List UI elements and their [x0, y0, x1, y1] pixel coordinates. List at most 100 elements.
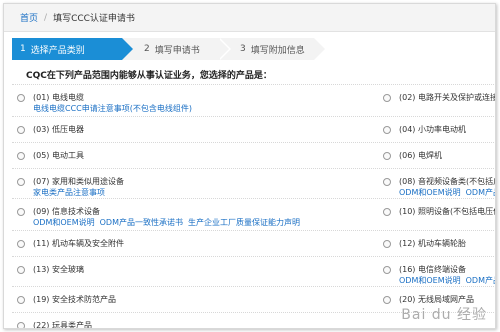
product-option[interactable]: (10) 照明设备(不包括电压低 [378, 199, 496, 217]
product-name: (22) 玩具类产品 [33, 321, 92, 329]
product-option[interactable]: (07) 家用和类似用途设备 家电类产品注意事项 [12, 169, 377, 198]
product-option[interactable]: (20) 无线局域网产品 [378, 287, 495, 305]
product-option[interactable]: (02) 电路开关及保护或连接用 [378, 85, 496, 103]
product-option-text: (09) 信息技术设备 ODM和OEM说明 ODM产品一致性承诺书 生产企业工厂质量保… [33, 199, 305, 228]
breadcrumb-home-link[interactable]: 首页 [20, 11, 38, 24]
product-radio-button[interactable] [17, 266, 25, 274]
product-radio-button[interactable] [17, 296, 25, 304]
product-option-text: (08) 音视频设备类(不包括广播 ODM和OEM说明 ODM产品一 [399, 169, 495, 198]
selection-question: CQC在下列产品范围内能够从事认证业务，您选择的产品是： [26, 71, 272, 81]
product-name: (10) 照明设备(不包括电压低 [399, 207, 496, 216]
step-number: 2 [144, 44, 150, 54]
product-info-link[interactable]: ODM产品一 [466, 276, 495, 285]
product-radio-button[interactable] [17, 178, 25, 186]
product-radio-button[interactable] [383, 126, 391, 134]
product-radio-button[interactable] [17, 94, 25, 102]
product-name: (07) 家用和类似用途设备 [33, 177, 124, 186]
product-links: 电线电缆CCC申请注意事项(不包含电线组件) [33, 103, 197, 114]
product-name: (13) 安全玻璃 [33, 265, 84, 274]
product-radio-button[interactable] [17, 152, 25, 160]
product-option-text: (19) 安全技术防范产品 [33, 287, 116, 305]
step-additional-info[interactable]: 3 填写附加信息 [218, 38, 327, 60]
product-radio-button[interactable] [383, 178, 391, 186]
product-info-link[interactable]: ODM和OEM说明 [33, 218, 95, 227]
step-label: 填写附加信息 [250, 45, 305, 56]
product-info-link[interactable]: 家电类产品注意事项 [33, 188, 105, 197]
product-option[interactable]: (04) 小功率电动机 [378, 117, 495, 135]
product-name: (04) 小功率电动机 [399, 125, 466, 134]
step-fill-application[interactable]: 2 填写申请书 [122, 38, 231, 60]
product-info-link[interactable]: ODM和OEM说明 [399, 276, 461, 285]
page-frame: 首页 / 填写CCC认证申请书 1 选择产品类别 2 填写申请书 3 填写附加信… [3, 3, 496, 329]
product-name: (02) 电路开关及保护或连接用 [399, 93, 496, 102]
product-radio-button[interactable] [383, 94, 391, 102]
product-radio-button[interactable] [17, 322, 25, 328]
step-label: 选择产品类别 [30, 45, 85, 56]
product-info-link[interactable]: ODM和OEM说明 [399, 188, 461, 197]
product-row: (11) 机动车辆及安全附件 (12) 机动车辆轮胎 [12, 230, 495, 256]
product-links: ODM和OEM说明 ODM产品一 [399, 187, 495, 198]
product-name: (12) 机动车辆轮胎 [399, 239, 466, 248]
product-option[interactable]: (16) 电信终端设备 ODM和OEM说明 ODM产品一 [378, 257, 495, 286]
product-info-link[interactable]: ODM产品一 [466, 188, 495, 197]
product-option-text: (07) 家用和类似用途设备 家电类产品注意事项 [33, 169, 124, 198]
product-option-text: (11) 机动车辆及安全附件 [33, 231, 124, 249]
product-option[interactable]: (22) 玩具类产品 [12, 313, 377, 329]
product-radio-button[interactable] [17, 240, 25, 248]
product-row: (01) 电线电缆电线电缆CCC申请注意事项(不包含电线组件) (02) 电路开关… [12, 84, 496, 116]
product-option[interactable]: (01) 电线电缆电线电缆CCC申请注意事项(不包含电线组件) [12, 85, 377, 114]
product-option-text: (10) 照明设备(不包括电压低 [399, 199, 496, 217]
step-label: 填写申请书 [154, 45, 200, 56]
product-links: 家电类产品注意事项 [33, 187, 124, 198]
product-radio-button[interactable] [17, 126, 25, 134]
product-option-text: (20) 无线局域网产品 [399, 287, 474, 305]
product-option-text: (02) 电路开关及保护或连接用 [399, 85, 496, 103]
product-name: (11) 机动车辆及安全附件 [33, 239, 124, 248]
product-links: ODM和OEM说明 ODM产品一致性承诺书 生产企业工厂质量保证能力声明 [33, 217, 305, 228]
step-select-category[interactable]: 1 选择产品类别 [12, 38, 133, 60]
product-option-text: (06) 电焊机 [399, 143, 442, 161]
product-option-text: (13) 安全玻璃 [33, 257, 84, 275]
product-option-text: (22) 玩具类产品 [33, 313, 92, 329]
breadcrumb-separator: / [44, 12, 48, 23]
step-number: 3 [240, 44, 246, 54]
product-row: (09) 信息技术设备 ODM和OEM说明 ODM产品一致性承诺书 生产企业工厂质量保… [12, 198, 496, 230]
product-option[interactable]: (11) 机动车辆及安全附件 [12, 231, 377, 249]
product-row: (13) 安全玻璃 (16) 电信终端设备 ODM和OEM说明 ODM产品一 [12, 256, 495, 286]
product-radio-button[interactable] [383, 296, 391, 304]
product-radio-button[interactable] [383, 152, 391, 160]
product-category-list: (01) 电线电缆电线电缆CCC申请注意事项(不包含电线组件) (02) 电路开关… [12, 84, 496, 329]
watermark-logo: Bai du 经验 [401, 307, 487, 323]
product-option[interactable]: (13) 安全玻璃 [12, 257, 377, 275]
product-row: (07) 家用和类似用途设备家电类产品注意事项 (08) 音视频设备类(不包括广播… [12, 168, 495, 198]
breadcrumb-current: 填写CCC认证申请书 [53, 14, 135, 24]
product-option[interactable]: (08) 音视频设备类(不包括广播 ODM和OEM说明 ODM产品一 [378, 169, 495, 198]
product-option[interactable]: (06) 电焊机 [378, 143, 495, 161]
product-name: (06) 电焊机 [399, 151, 442, 160]
product-name: (01) 电线电缆 [33, 93, 84, 102]
product-radio-button[interactable] [383, 266, 391, 274]
product-name: (09) 信息技术设备 [33, 207, 100, 216]
breadcrumb: 首页 / 填写CCC认证申请书 [4, 4, 495, 32]
product-info-link[interactable]: ODM产品一致性承诺书 [100, 218, 183, 227]
product-name: (19) 安全技术防范产品 [33, 295, 116, 304]
product-option-text: (05) 电动工具 [33, 143, 84, 161]
product-option[interactable]: (05) 电动工具 [12, 143, 377, 161]
product-radio-button[interactable] [383, 240, 391, 248]
product-option-text: (03) 低压电器 [33, 117, 84, 135]
product-name: (05) 电动工具 [33, 151, 84, 160]
product-name: (16) 电信终端设备 [399, 265, 466, 274]
product-row: (05) 电动工具 (06) 电焊机 [12, 142, 495, 168]
product-links: ODM和OEM说明 ODM产品一 [399, 275, 495, 286]
product-radio-button[interactable] [17, 208, 25, 216]
product-option-text: (04) 小功率电动机 [399, 117, 466, 135]
product-radio-button[interactable] [383, 208, 391, 216]
product-option[interactable]: (03) 低压电器 [12, 117, 377, 135]
product-option[interactable]: (12) 机动车辆轮胎 [378, 231, 495, 249]
product-info-link[interactable]: 生产企业工厂质量保证能力声明 [188, 218, 300, 227]
product-info-link[interactable]: 电线电缆CCC申请注意事项(不包含电线组件) [33, 104, 192, 113]
product-option-text: (16) 电信终端设备 ODM和OEM说明 ODM产品一 [399, 257, 495, 286]
product-option[interactable]: (19) 安全技术防范产品 [12, 287, 377, 305]
product-option[interactable]: (09) 信息技术设备 ODM和OEM说明 ODM产品一致性承诺书 生产企业工厂质量保… [12, 199, 377, 228]
product-row: (03) 低压电器 (04) 小功率电动机 [12, 116, 495, 142]
